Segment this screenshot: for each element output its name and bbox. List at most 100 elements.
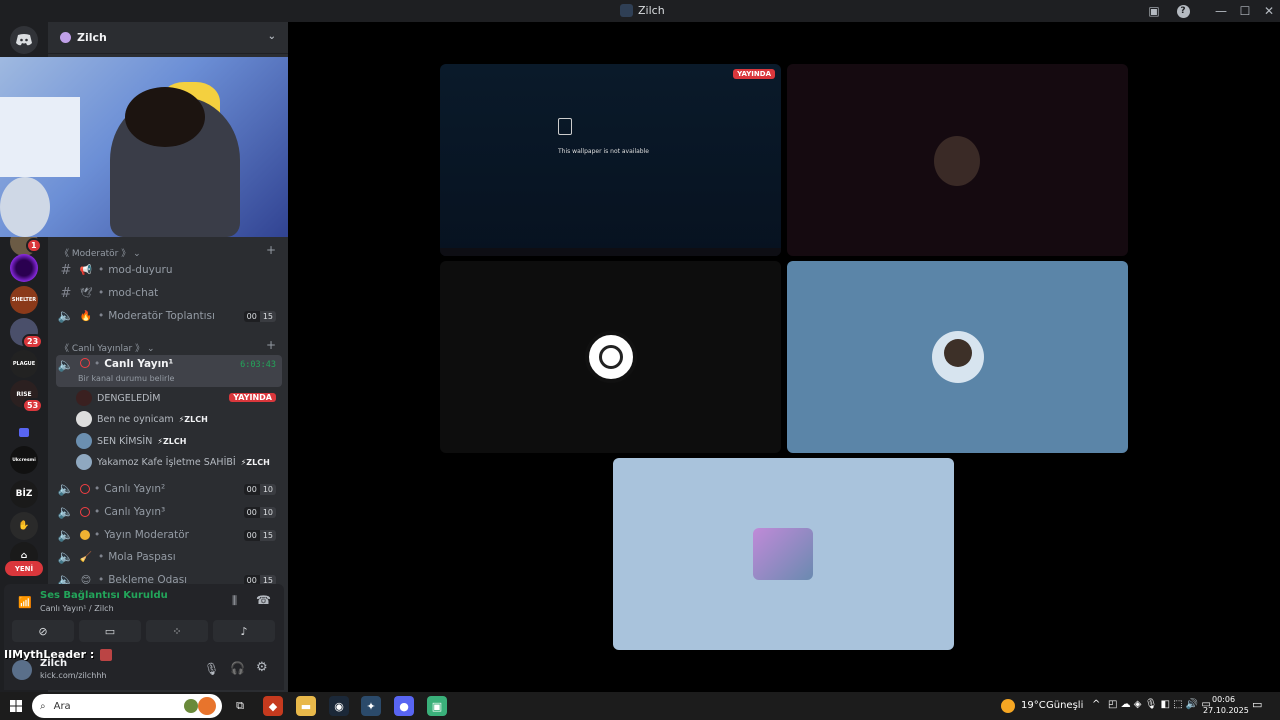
guild-icon-plague[interactable]: PLAGUE [10, 350, 38, 378]
channel-canli-yayin-3[interactable]: 🔈 • Canlı Yayın³ 00 10 [56, 502, 282, 522]
voice-channel-path[interactable]: Canlı Yayın¹ / Zilch [40, 604, 114, 613]
voice-user[interactable]: SEN KİMSİN ⚡ZLCH [76, 431, 186, 451]
streamer-hair [125, 87, 205, 147]
voice-channel-icon: 🔈 [57, 549, 75, 565]
avatar [76, 454, 92, 470]
minimize-button[interactable]: — [1209, 0, 1233, 22]
user-limit-badge: 00 10 [243, 483, 276, 495]
clock-time[interactable]: 00:06 [1212, 695, 1235, 704]
server-header[interactable]: Zilch ⌄ [48, 22, 288, 54]
voice-connection-panel: 📶 Ses Bağlantısı Kuruldu Canlı Yayın¹ / … [4, 584, 284, 646]
disconnect-icon[interactable]: ☎ [256, 593, 271, 607]
kick-app-icon[interactable]: ▣ [427, 696, 447, 716]
user-limit-badge: 00 10 [243, 506, 276, 518]
channel-yayin-moderator[interactable]: 🔈 • Yayın Moderatör 00 15 [56, 525, 282, 545]
server-boost-icon [60, 32, 71, 43]
search-highlight-icon-2 [184, 699, 198, 713]
add-channel-icon[interactable]: + [266, 338, 276, 352]
maximize-button[interactable]: ☐ [1233, 0, 1257, 22]
participant-tile[interactable] [613, 458, 954, 650]
live-badge: YAYINDA [229, 393, 276, 402]
soundwave-icon[interactable]: ⫼ [232, 594, 237, 608]
user-limit-badge: 00 15 [243, 310, 276, 322]
voice-user[interactable]: Yakamoz Kafe İşletme SAHİBİ ⚡ZLCH [76, 452, 270, 472]
weather-temp[interactable]: 19°C [1021, 700, 1046, 711]
username: Zilch [40, 658, 68, 669]
channel-canli-yayin-2[interactable]: 🔈 • Canlı Yayın² 00 10 [56, 479, 282, 499]
red-circle-icon [80, 484, 90, 494]
guild-badge-3: 53 [22, 398, 44, 413]
category-moderator[interactable]: 《 Moderatör 》 ⌄ [60, 246, 141, 259]
voice-channel-icon: 🔈 [57, 308, 75, 324]
screen-share-tile[interactable]: YAYINDA This wallpaper is not available [440, 64, 781, 256]
search-icon: ⌕ [40, 700, 46, 712]
channel-moderator-toplantisi[interactable]: 🔈 🔥 • Moderatör Toplantısı 00 15 [56, 306, 282, 326]
app-icon[interactable]: ✦ [361, 696, 381, 716]
steam-icon[interactable]: ◉ [329, 696, 349, 716]
channel-mola-paspasi[interactable]: 🔈 🧹 • Mola Paspası [56, 547, 282, 567]
task-view-icon[interactable]: ⧉ [230, 696, 250, 716]
avatar [76, 411, 92, 427]
stream-stage: YAYINDA This wallpaper is not available [288, 22, 1280, 692]
guild-icon-ukcresmi[interactable]: Ukcresmi [10, 446, 38, 474]
folder-icon[interactable] [10, 418, 38, 446]
category-canli-yayinlar[interactable]: 《 Canlı Yayınlar 》 ⌄ [60, 341, 155, 354]
notification-icon[interactable]: ▭ [1252, 698, 1262, 711]
avatar [585, 331, 637, 383]
discord-icon[interactable]: ● [394, 696, 414, 716]
screen-share-button[interactable]: ▭ [79, 620, 141, 642]
voice-user[interactable]: Ben ne oynicam ⚡ZLCH [76, 409, 208, 429]
file-explorer-icon[interactable]: ▬ [296, 696, 316, 716]
add-channel-icon[interactable]: + [266, 243, 276, 257]
guild-icon-purple[interactable] [10, 254, 38, 282]
guild-icon-hand[interactable]: ✋ [10, 512, 38, 540]
red-circle-icon [80, 358, 90, 368]
close-button[interactable]: ✕ [1257, 0, 1280, 22]
app-icon [620, 4, 633, 17]
guild-icon-biz[interactable]: BİZ [10, 480, 38, 508]
clock-date[interactable]: 27.10.2025 [1203, 706, 1249, 715]
file-icon [558, 118, 572, 135]
new-badge: YENİ [5, 561, 43, 576]
shelf [0, 97, 80, 177]
help-icon[interactable]: ? [1171, 0, 1195, 22]
tray-icons[interactable]: ◰ ☁ ◈ 🎙 ◧ ⬚ 🔊 ▭ [1108, 699, 1211, 710]
yellow-circle-icon [80, 530, 90, 540]
custom-status: kick.com/zilchhh [40, 671, 107, 680]
remote-taskbar [440, 248, 781, 256]
channel-canli-yayin-1[interactable]: 🔈 • Canlı Yayın¹ 6:03:43 Bir kanal durum… [56, 355, 282, 387]
guild-badge-1: 1 [26, 238, 42, 253]
window-title-text: Zilch [638, 4, 665, 17]
gear-icon[interactable]: ⚙ [256, 660, 268, 675]
overlay-emote [100, 649, 112, 661]
avatar [932, 331, 984, 383]
soundboard-button[interactable]: ♪ [213, 620, 275, 642]
search-input[interactable]: ⌕ Ara [32, 694, 222, 718]
windows-start-icon[interactable] [6, 696, 26, 716]
brave-browser-icon[interactable]: ◆ [263, 696, 283, 716]
channel-mod-chat[interactable]: # 🕊 • mod-chat [56, 283, 282, 303]
activities-button[interactable]: ⁘ [146, 620, 208, 642]
chevron-up-icon[interactable]: ^ [1092, 699, 1100, 710]
text-channel-icon: # [60, 262, 72, 278]
voice-channel-icon: 🔈 [57, 481, 75, 497]
title-bar: Zilch ▣ ? — ☐ ✕ [0, 0, 1280, 22]
inbox-icon[interactable]: ▣ [1142, 0, 1166, 22]
voice-status[interactable]: Ses Bağlantısı Kuruldu [40, 590, 168, 601]
server-name: Zilch [77, 31, 107, 44]
windows-taskbar: ⌕ Ara ⧉ ◆ ▬ ◉ ✦ ● ▣ 19°C Güneşli ^ ◰ ☁ ◈… [0, 692, 1280, 720]
camera-tile[interactable] [787, 64, 1128, 256]
microphone-icon[interactable]: 🎙 [204, 662, 219, 676]
guild-icon-shelter[interactable]: SHELTER [10, 286, 38, 314]
discord-home-icon[interactable] [10, 26, 38, 54]
live-badge: YAYINDA [733, 69, 775, 79]
voice-user[interactable]: DENGELEDİM [76, 388, 160, 408]
participant-tile[interactable] [440, 261, 781, 453]
headphones-icon[interactable]: 🎧 [230, 661, 245, 675]
channel-status[interactable]: Bir kanal durumu belirle [78, 374, 174, 383]
participant-tile[interactable] [787, 261, 1128, 453]
camera-off-button[interactable]: ⊘ [12, 620, 74, 642]
channel-mod-duyuru[interactable]: # 📢 • mod-duyuru [56, 260, 282, 280]
avatar[interactable] [12, 660, 32, 680]
weather-desc[interactable]: Güneşli [1046, 700, 1083, 711]
